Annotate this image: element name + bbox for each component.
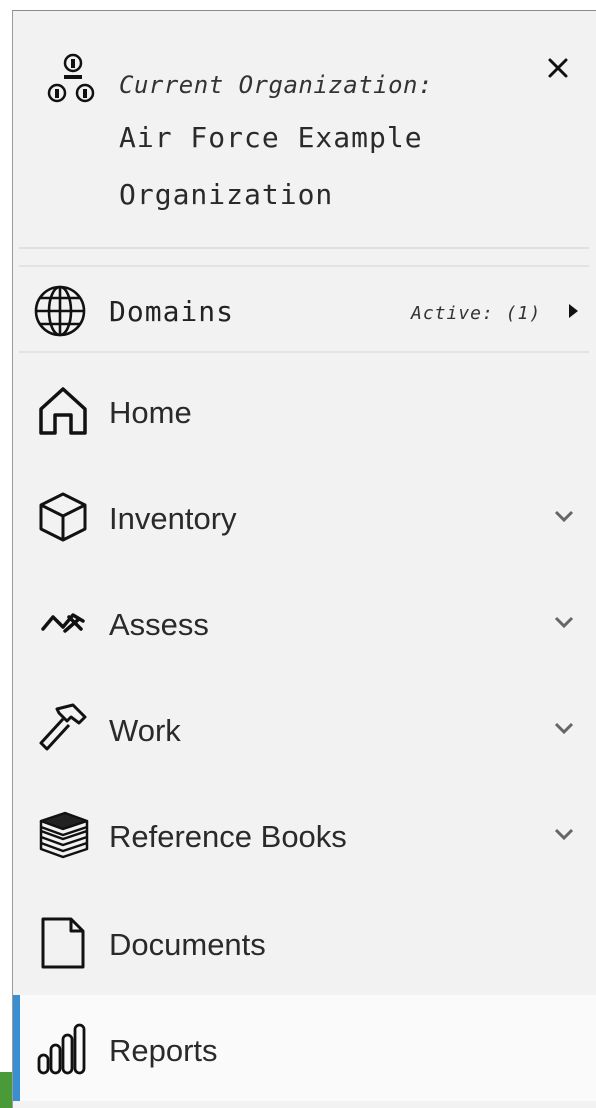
chevron-down-icon[interactable] xyxy=(553,827,575,846)
nav-item-documents[interactable]: Documents xyxy=(13,889,596,995)
active-indicator xyxy=(13,995,20,1101)
globe-icon xyxy=(33,284,87,338)
side-navigation-panel: Current Organization: Air Force Example … xyxy=(12,10,596,1108)
nav-item-label: Inventory xyxy=(109,501,237,536)
chevron-down-icon[interactable] xyxy=(553,509,575,528)
cube-icon xyxy=(35,489,91,545)
chevron-down-icon[interactable] xyxy=(553,615,575,634)
caret-right-icon[interactable] xyxy=(567,303,579,324)
close-icon[interactable] xyxy=(541,51,575,85)
nav-item-label: Documents xyxy=(109,927,266,962)
nav-item-reference-books[interactable]: Reference Books xyxy=(13,781,596,887)
nav-item-label: Home xyxy=(109,395,192,430)
current-organization-header: Current Organization: Air Force Example … xyxy=(13,11,596,249)
domains-row[interactable]: Domains Active: (1) xyxy=(19,265,589,353)
background-window-edge xyxy=(0,1072,12,1108)
nav-item-label: Assess xyxy=(109,607,209,642)
header-divider xyxy=(19,247,589,249)
books-icon xyxy=(35,807,91,863)
bar-chart-icon xyxy=(35,1021,91,1077)
nav-item-inventory[interactable]: Inventory xyxy=(13,463,596,569)
hammer-icon xyxy=(35,701,91,757)
nav-item-label: Reference Books xyxy=(109,819,347,854)
org-hierarchy-icon xyxy=(45,51,101,111)
nav-item-home[interactable]: Home xyxy=(13,357,596,463)
home-icon xyxy=(35,383,91,439)
nav-item-label: Work xyxy=(109,713,181,748)
chevron-down-icon[interactable] xyxy=(553,721,575,740)
nav-item-label: Reports xyxy=(109,1033,218,1068)
domains-active-count: Active: (1) xyxy=(411,303,542,324)
document-icon xyxy=(35,915,91,971)
organization-name: Air Force Example Organization xyxy=(119,121,423,211)
nav-item-work[interactable]: Work xyxy=(13,675,596,781)
assess-trend-icon xyxy=(35,595,91,651)
nav-item-reports[interactable]: Reports xyxy=(13,995,596,1101)
current-organization-label: Current Organization: xyxy=(119,71,433,99)
domains-label: Domains xyxy=(109,295,235,328)
nav-item-assess[interactable]: Assess xyxy=(13,569,596,675)
